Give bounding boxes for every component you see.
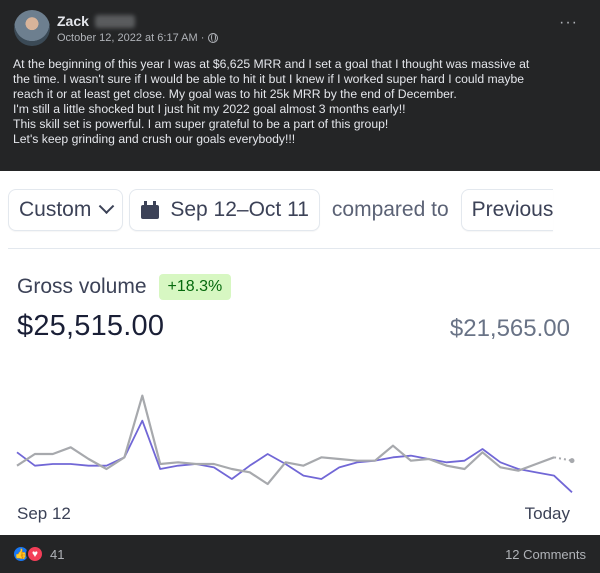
post-footer: 👍 ♥ 41 12 Comments xyxy=(0,535,600,573)
chevron-down-icon xyxy=(99,197,115,214)
series-line-current xyxy=(16,394,555,486)
range-select[interactable]: Custom xyxy=(8,189,124,231)
date-filters: Custom Sep 12–Oct 11 compared to Previou… xyxy=(8,189,554,231)
author-row: Zack xyxy=(57,12,135,30)
x-axis-end-label: Today xyxy=(524,504,570,523)
compare-select-label: Previous xyxy=(471,198,554,221)
filters-divider xyxy=(8,248,600,249)
series-end-point xyxy=(569,458,575,464)
reaction-count: 41 xyxy=(50,546,65,562)
globe-icon xyxy=(208,33,219,43)
series-line-current-partial xyxy=(553,456,573,462)
change-badge: +18.3% xyxy=(158,274,232,300)
gross-volume-chart xyxy=(16,394,575,493)
facebook-post: Zack October 12, 2022 at 6:17 AM · ··· A… xyxy=(0,0,600,171)
date-range-picker[interactable]: Sep 12–Oct 11 xyxy=(129,189,320,231)
love-icon: ♥ xyxy=(26,545,44,563)
more-options-icon[interactable]: ··· xyxy=(559,14,578,32)
post-text-line: At the beginning of this year I was at $… xyxy=(13,57,530,71)
range-select-label: Custom xyxy=(19,198,92,221)
author-avatar[interactable] xyxy=(14,10,50,46)
post-meta: October 12, 2022 at 6:17 AM · xyxy=(57,32,219,44)
post-text-line: Let's keep grinding and crush our goals … xyxy=(13,132,296,147)
author-name[interactable]: Zack xyxy=(57,13,89,29)
post-text-line: reach it or at least get close. My goal … xyxy=(13,87,457,102)
post-text-line: This skill set is powerful. I am super g… xyxy=(13,117,389,132)
post-timestamp[interactable]: October 12, 2022 at 6:17 AM · xyxy=(57,32,204,44)
calendar-icon xyxy=(140,200,160,220)
post-text: At the beginning of this year I was at $… xyxy=(13,57,593,148)
post-text-line: I'm still a little shocked but I just hi… xyxy=(13,102,406,117)
x-axis-start-label: Sep 12 xyxy=(17,504,71,523)
compared-to-label: compared to xyxy=(331,198,449,221)
redacted-last-name xyxy=(94,14,135,28)
date-range-label: Sep 12–Oct 11 xyxy=(170,198,309,221)
current-value: $25,515.00 xyxy=(17,310,165,342)
reactions[interactable]: 👍 ♥ 41 xyxy=(12,545,64,563)
post-text-line: the time. I wasn't sure if I would be ab… xyxy=(13,72,525,87)
metric-header: Gross volume +18.3% xyxy=(17,274,232,300)
gross-volume-screenshot: Custom Sep 12–Oct 11 compared to Previou… xyxy=(0,171,600,535)
comments-link[interactable]: 12 Comments xyxy=(505,547,586,562)
previous-value: $21,565.00 xyxy=(449,315,570,342)
metric-title: Gross volume xyxy=(17,275,147,298)
compare-select[interactable]: Previous xyxy=(460,189,554,231)
